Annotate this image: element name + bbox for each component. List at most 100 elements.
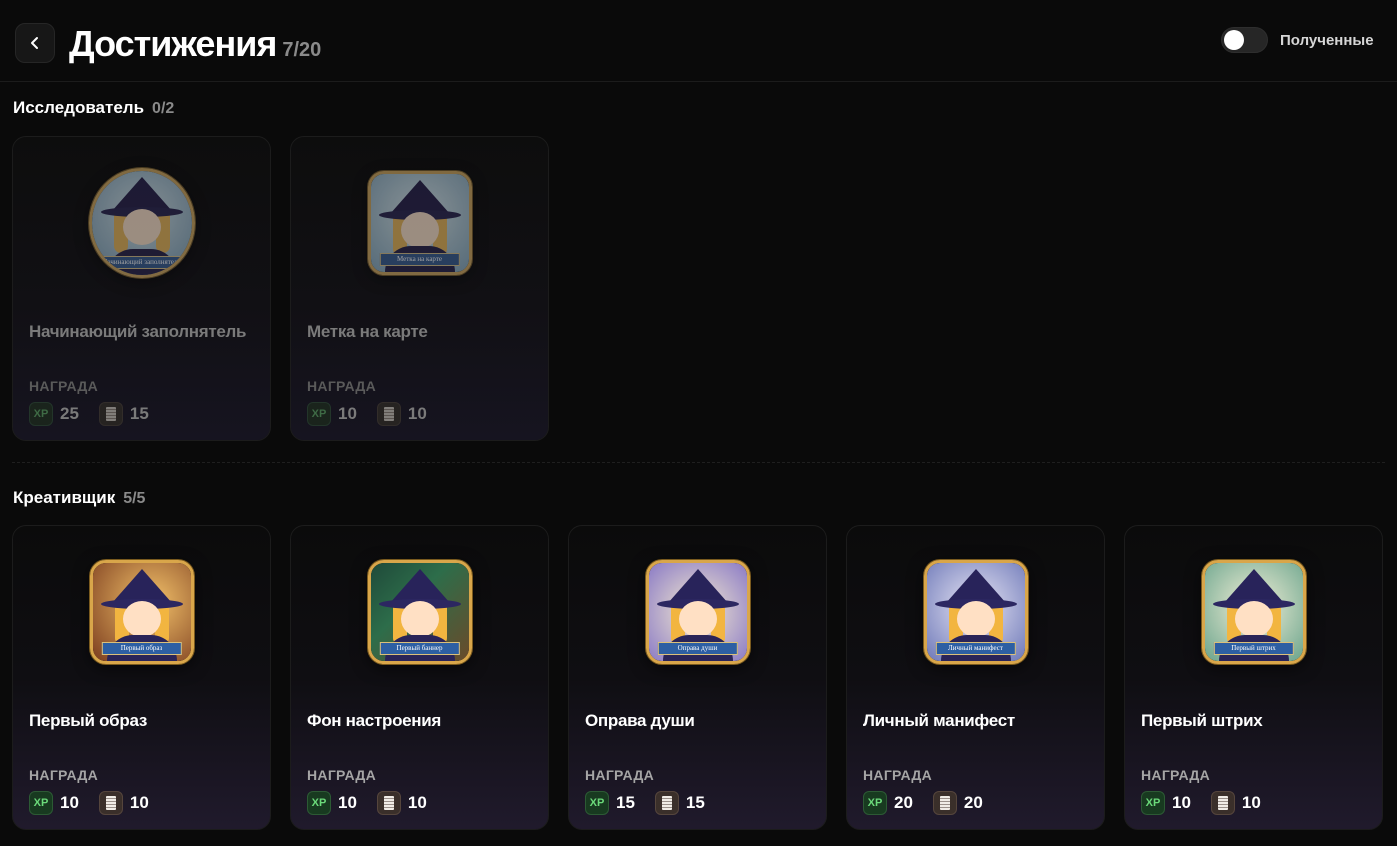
section-title-text: Креативщик bbox=[13, 488, 116, 507]
section-title-text: Исследователь bbox=[13, 98, 145, 117]
witch-face bbox=[122, 601, 161, 637]
achievement-badge: Первый образ bbox=[89, 558, 195, 666]
witch-face bbox=[956, 601, 995, 637]
xp-value: 10 bbox=[338, 793, 357, 812]
coin-stack-icon bbox=[98, 791, 123, 815]
xp-icon: XP bbox=[29, 402, 53, 426]
section-title-creator: Креативщик 5/5 bbox=[13, 488, 145, 508]
coin-value: 20 bbox=[963, 793, 983, 812]
coin-value: 10 bbox=[1241, 793, 1261, 812]
section-count: 5/5 bbox=[123, 490, 146, 507]
reward-label: НАГРАДА bbox=[29, 378, 99, 394]
rewards-row: XP 25 15 bbox=[29, 402, 169, 426]
achievement-badge: Личный манифест bbox=[923, 558, 1029, 666]
xp-reward: XP 10 bbox=[307, 402, 357, 426]
witch-hat bbox=[389, 569, 450, 603]
reward-label: НАГРАДА bbox=[307, 378, 377, 394]
badge-ribbon-label: Первый образ bbox=[101, 642, 182, 655]
badge-ribbon-label: Личный манифест bbox=[935, 642, 1016, 655]
reward-label: НАГРАДА bbox=[863, 767, 933, 783]
witch-face bbox=[1234, 601, 1273, 637]
page-header: Достижения 7/20 Полученные bbox=[0, 0, 1397, 82]
section-count: 0/2 bbox=[152, 100, 175, 117]
witch-hat bbox=[111, 177, 172, 211]
achievement-title: Оправа души bbox=[585, 711, 695, 730]
achievement-badge: Начинающий заполнятель bbox=[88, 168, 195, 278]
xp-reward: XP 20 bbox=[863, 791, 913, 815]
xp-icon: XP bbox=[1141, 791, 1165, 815]
coin-reward: 20 bbox=[932, 791, 983, 815]
xp-reward: XP 10 bbox=[1141, 791, 1191, 815]
achievement-title: Метка на карте bbox=[307, 322, 428, 341]
toggle-knob bbox=[1224, 30, 1244, 50]
witch-hat bbox=[945, 569, 1006, 603]
achievement-title: Первый образ bbox=[29, 711, 147, 730]
rewards-row: XP 10 10 bbox=[307, 402, 447, 426]
coin-value: 15 bbox=[129, 404, 149, 423]
page-title-count: 7/20 bbox=[282, 39, 322, 61]
witch-hat bbox=[1223, 569, 1284, 603]
reward-label: НАГРАДА bbox=[585, 767, 655, 783]
achievement-card[interactable]: Первый штрих Первый штрих НАГРАДА XP 10 10 bbox=[1124, 525, 1383, 830]
xp-reward: XP 15 bbox=[585, 791, 635, 815]
witch-hat bbox=[667, 569, 728, 603]
badge-image: Первый баннер bbox=[367, 560, 472, 664]
chevron-left-icon bbox=[31, 37, 38, 49]
achievement-badge: Метка на карте bbox=[367, 169, 473, 277]
rewards-row: XP 10 10 bbox=[29, 791, 169, 815]
xp-icon: XP bbox=[585, 791, 609, 815]
reward-label: НАГРАДА bbox=[29, 767, 99, 783]
achievement-card[interactable]: Первый баннер Фон настроения НАГРАДА XP 10 10 bbox=[290, 525, 549, 830]
coin-reward: 10 bbox=[376, 402, 427, 426]
badge-ribbon-label: Метка на карте bbox=[379, 253, 460, 266]
reward-label: НАГРАДА bbox=[1141, 767, 1211, 783]
received-filter[interactable]: Полученные bbox=[1221, 27, 1374, 53]
received-toggle[interactable] bbox=[1221, 27, 1268, 53]
badge-image: Первый штрих bbox=[1201, 560, 1306, 664]
xp-icon: XP bbox=[29, 791, 53, 815]
coin-reward: 15 bbox=[98, 402, 149, 426]
badge-ribbon-label: Первый баннер bbox=[379, 642, 460, 655]
xp-reward: XP 10 bbox=[29, 791, 79, 815]
achievement-card[interactable]: Начинающий заполнятель Начинающий заполня… bbox=[12, 136, 271, 441]
achievement-card[interactable]: Оправа души Оправа души НАГРАДА XP 15 15 bbox=[568, 525, 827, 830]
witch-face bbox=[122, 209, 161, 245]
witch-hat bbox=[111, 569, 172, 603]
badge-image: Метка на карте bbox=[367, 171, 472, 275]
coin-stack-icon bbox=[654, 791, 679, 815]
coin-reward: 10 bbox=[1210, 791, 1261, 815]
section-title-explorer: Исследователь 0/2 bbox=[13, 98, 174, 118]
witch-hat bbox=[389, 180, 450, 214]
witch-face bbox=[678, 601, 717, 637]
achievement-card[interactable]: Первый образ Первый образ НАГРАДА XP 10 10 bbox=[12, 525, 271, 830]
rewards-row: XP 10 10 bbox=[307, 791, 447, 815]
achievement-card[interactable]: Личный манифест Личный манифест НАГРАДА XP 2… bbox=[846, 525, 1105, 830]
badge-ribbon-label: Оправа души bbox=[657, 642, 738, 655]
received-toggle-label: Полученные bbox=[1280, 31, 1374, 49]
coin-value: 10 bbox=[407, 404, 427, 423]
back-button[interactable] bbox=[15, 23, 55, 63]
coin-reward: 10 bbox=[376, 791, 427, 815]
witch-face bbox=[400, 212, 439, 248]
achievement-title: Начинающий заполнятель bbox=[29, 322, 247, 341]
xp-reward: XP 10 bbox=[307, 791, 357, 815]
achievement-card[interactable]: Метка на карте Метка на карте НАГРАДА XP 10 1… bbox=[290, 136, 549, 441]
xp-value: 10 bbox=[1172, 793, 1191, 812]
achievement-badge: Первый штрих bbox=[1201, 558, 1307, 666]
page-title: Достижения 7/20 bbox=[69, 22, 321, 72]
section-divider bbox=[12, 462, 1385, 463]
page-title-text: Достижения bbox=[69, 23, 277, 64]
badge-ribbon-label: Первый штрих bbox=[1213, 642, 1294, 655]
rewards-row: XP 15 15 bbox=[585, 791, 725, 815]
reward-label: НАГРАДА bbox=[307, 767, 377, 783]
achievement-title: Первый штрих bbox=[1141, 711, 1263, 730]
xp-value: 20 bbox=[894, 793, 913, 812]
achievement-title: Фон настроения bbox=[307, 711, 442, 730]
badge-image: Первый образ bbox=[89, 560, 194, 664]
xp-reward: XP 25 bbox=[29, 402, 79, 426]
badge-image: Оправа души bbox=[645, 560, 750, 664]
coin-value: 15 bbox=[685, 793, 705, 812]
badge-image: Личный манифест bbox=[923, 560, 1028, 664]
coin-value: 10 bbox=[129, 793, 149, 812]
xp-icon: XP bbox=[863, 791, 887, 815]
